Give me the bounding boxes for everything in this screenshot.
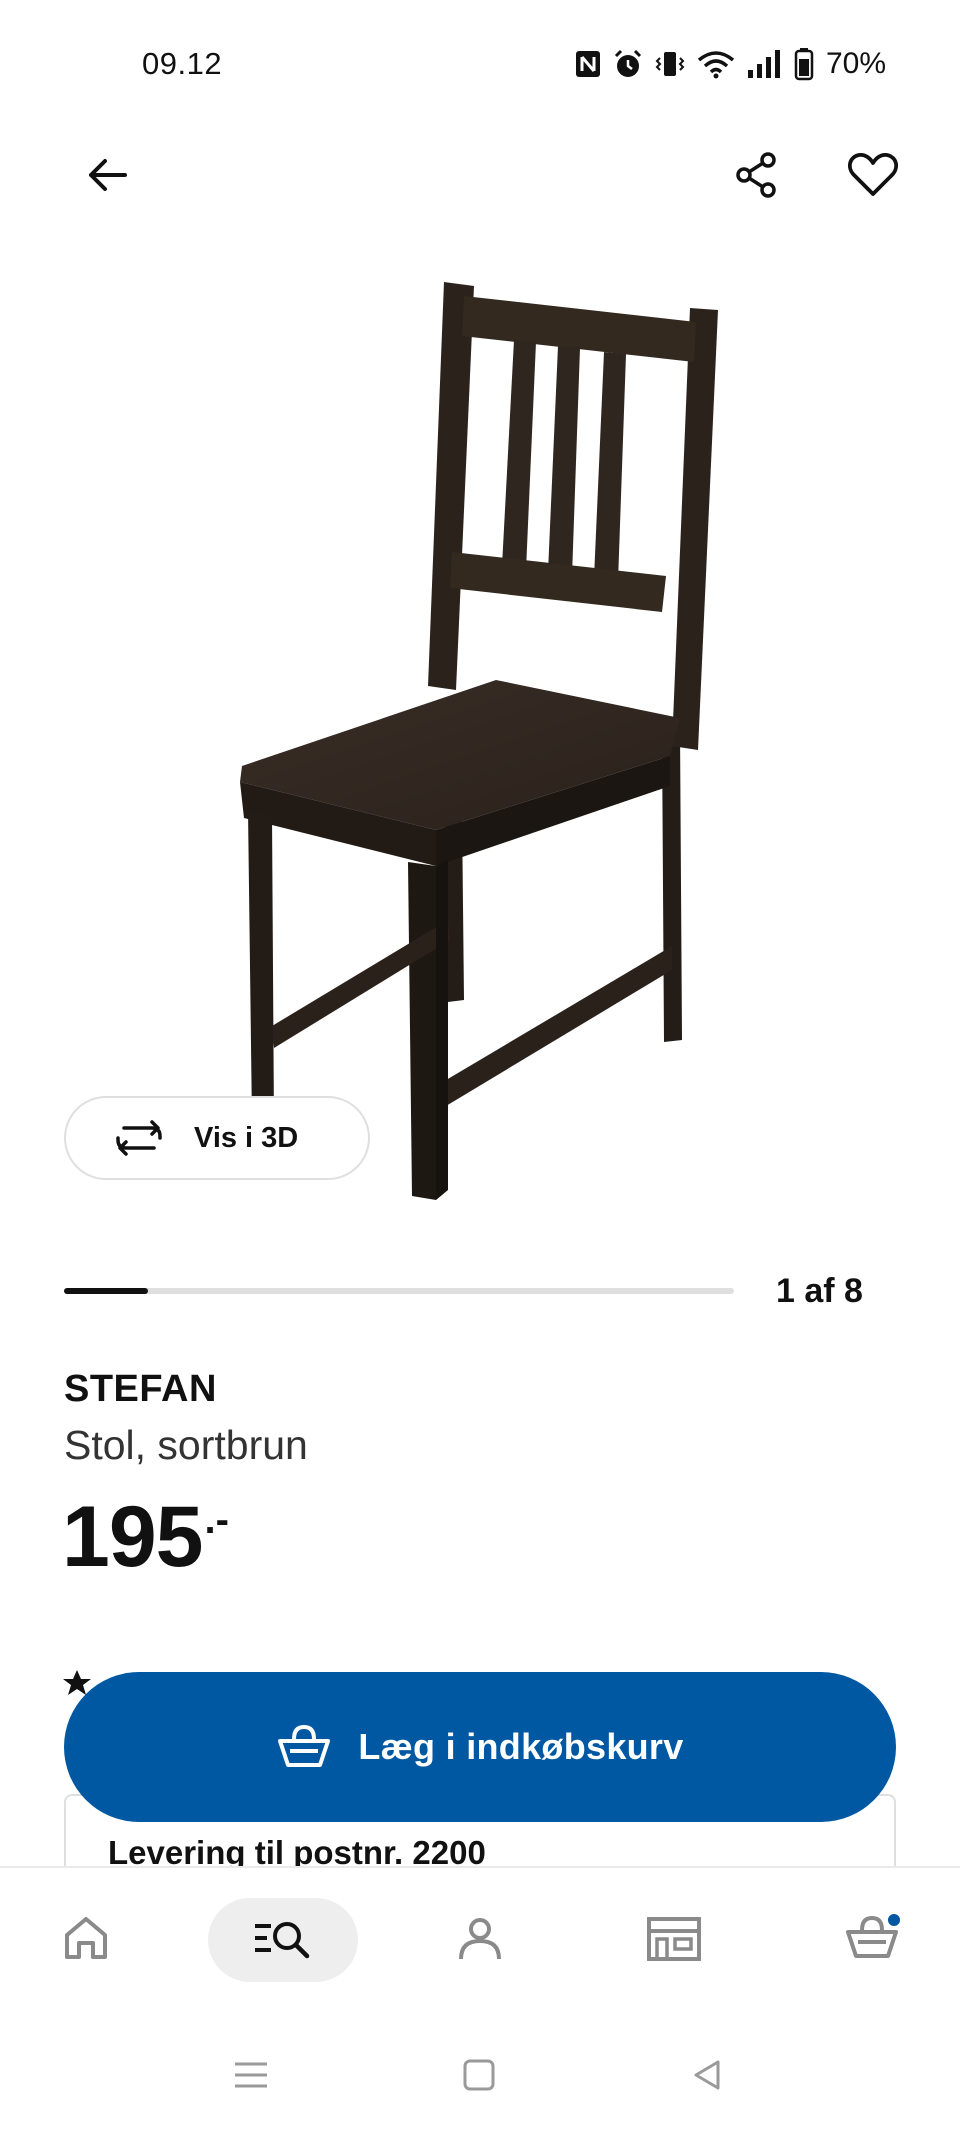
share-button[interactable] (722, 140, 792, 210)
search-icon (255, 1922, 310, 1959)
product-price: 195 .- (62, 1494, 229, 1580)
basket-icon (278, 1724, 331, 1767)
favorite-button[interactable] (838, 140, 908, 210)
price-suffix: .- (204, 1498, 229, 1542)
cart-badge-dot (886, 1912, 902, 1928)
nav-home[interactable] (46, 1898, 126, 1978)
battery-icon (794, 47, 814, 81)
view-in-3d-label: Vis i 3D (194, 1121, 299, 1154)
home-icon (65, 1917, 107, 1959)
square-home-icon (463, 2059, 495, 2091)
status-time: 09.12 (142, 46, 223, 81)
add-to-cart-label: Læg i indkøbskurv (358, 1726, 684, 1767)
product-description: Stol, sortbrun (64, 1422, 308, 1468)
bottom-nav (0, 1866, 960, 2006)
add-to-cart-button[interactable]: Læg i indkøbskurv (64, 1672, 896, 1822)
vibrate-icon (654, 48, 686, 80)
top-nav (0, 140, 960, 220)
battery-percent: 70% (825, 47, 886, 80)
system-menu-button[interactable] (226, 2050, 276, 2100)
status-icons: 70% (574, 44, 886, 84)
gallery-progress-bar (64, 1288, 734, 1294)
system-back-button[interactable] (682, 2050, 732, 2100)
store-icon (647, 1917, 701, 1961)
back-button[interactable] (72, 140, 142, 210)
system-nav-bar (0, 2020, 960, 2133)
price-value: 195 (62, 1489, 203, 1585)
view-in-3d-button[interactable]: Vis i 3D (64, 1096, 370, 1180)
nav-profile[interactable] (440, 1898, 520, 1978)
alarm-icon (612, 48, 644, 80)
menu-lines-icon (235, 2062, 267, 2088)
profile-icon (459, 1918, 501, 1960)
heart-icon (847, 152, 899, 196)
nav-stores[interactable] (634, 1898, 714, 1978)
nav-search[interactable] (208, 1898, 358, 1982)
system-home-button[interactable] (454, 2050, 504, 2100)
product-image-chair[interactable] (200, 270, 760, 1210)
product-name: STEFAN (64, 1368, 217, 1410)
triangle-back-icon (694, 2060, 720, 2090)
wifi-icon (696, 48, 736, 80)
nfc-icon (574, 48, 602, 80)
nav-cart[interactable] (832, 1898, 912, 1978)
signal-icon (746, 48, 784, 80)
rotate-3d-icon (116, 1120, 162, 1156)
status-bar: 09.12 70% (0, 0, 960, 130)
gallery-progress-fill (64, 1288, 148, 1294)
share-icon (736, 152, 776, 198)
back-arrow-icon (89, 159, 127, 191)
gallery-page-counter: 1 af 8 (776, 1272, 863, 1310)
